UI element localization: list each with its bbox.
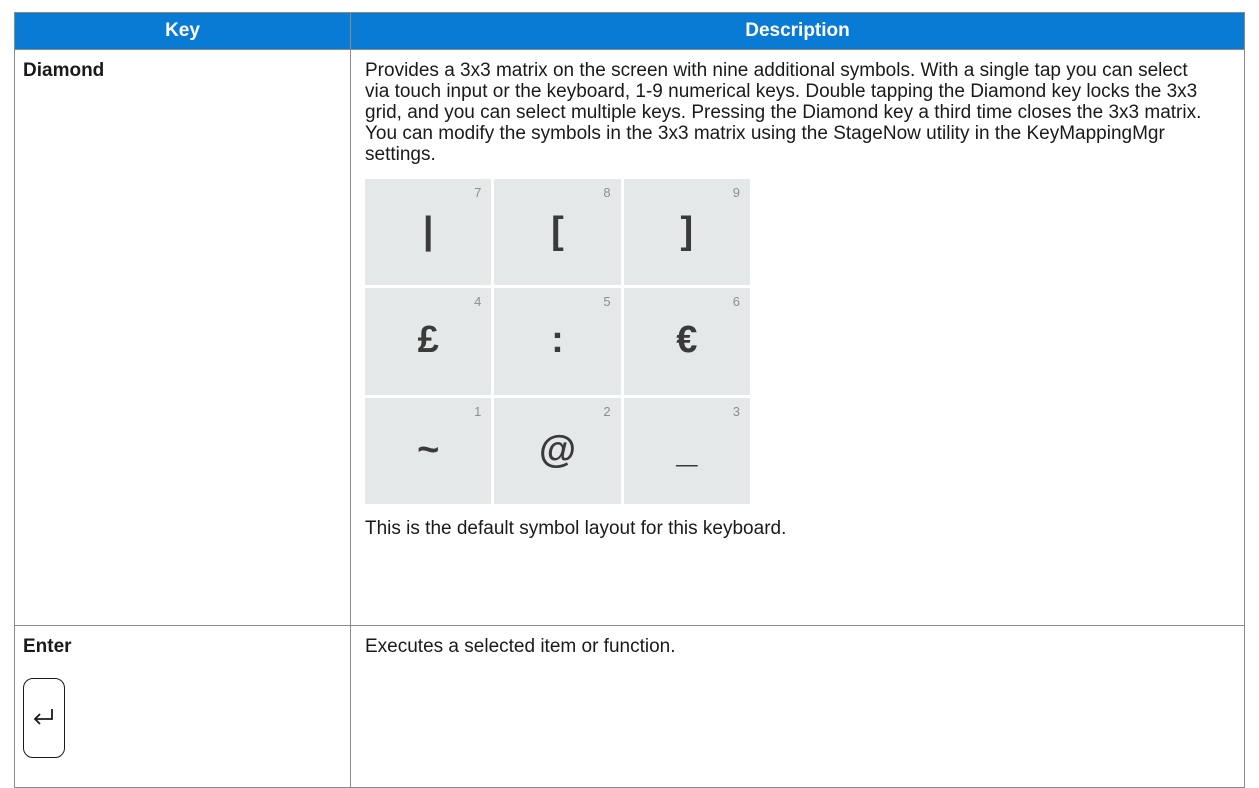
symbol-layout-caption: This is the default symbol layout for th… [365, 518, 787, 539]
key-number: 6 [732, 294, 740, 310]
key-number: 3 [732, 403, 740, 419]
key-name-enter: Enter [23, 636, 72, 657]
key-number: 4 [474, 294, 482, 310]
key-number: 5 [603, 294, 611, 310]
symbol-key-3[interactable]: 3 _ [623, 397, 750, 504]
symbol-key-4[interactable]: 4 £ [365, 288, 492, 395]
symbol-key-2[interactable]: 2 @ [494, 397, 621, 504]
key-name-diamond: Diamond [23, 60, 105, 81]
key-symbol: ~ [417, 428, 440, 471]
key-cell: Enter [14, 625, 351, 788]
table-row: Enter Executes a selected item or functi… [14, 625, 1245, 788]
symbol-key-6[interactable]: 6 € [623, 288, 750, 395]
diamond-description: Provides a 3x3 matrix on the screen with… [365, 60, 1202, 165]
symbol-key-9[interactable]: 9 ] [623, 179, 750, 286]
key-number: 8 [603, 185, 611, 200]
header-description: Description [350, 12, 1245, 50]
table-row: Diamond Provides a 3x3 matrix on the scr… [14, 49, 1245, 626]
key-symbol: € [676, 319, 698, 362]
key-symbol: _ [676, 428, 698, 471]
key-symbol: | [422, 210, 434, 252]
key-symbol: : [551, 319, 564, 362]
key-symbol: [ [551, 210, 564, 252]
symbol-key-1[interactable]: 1 ~ [365, 397, 492, 504]
description-cell: Provides a 3x3 matrix on the screen with… [350, 49, 1245, 626]
key-number: 9 [732, 185, 740, 200]
key-symbol: @ [538, 428, 577, 471]
description-cell: Executes a selected item or function. [350, 625, 1245, 788]
key-number: 1 [474, 403, 482, 419]
key-description-table: Key Description Diamond Provides a 3x3 m… [14, 12, 1245, 788]
key-number: 7 [474, 185, 482, 200]
enter-return-icon [23, 678, 65, 758]
key-symbol: ] [680, 210, 694, 252]
symbol-key-5[interactable]: 5 : [494, 288, 621, 395]
table-header-row: Key Description [14, 12, 1245, 50]
enter-description: Executes a selected item or function. [365, 636, 676, 657]
header-key: Key [14, 12, 351, 50]
key-cell: Diamond [14, 49, 351, 626]
key-symbol: £ [417, 319, 439, 362]
symbol-key-8[interactable]: 8 [ [494, 179, 621, 286]
key-number: 2 [603, 403, 611, 419]
symbol-matrix: 7 | 8 [ 9 ] 4 £ 5: 6 € 1 ~ 2 @ 3 _ [365, 179, 750, 504]
symbol-key-7[interactable]: 7 | [365, 179, 492, 286]
